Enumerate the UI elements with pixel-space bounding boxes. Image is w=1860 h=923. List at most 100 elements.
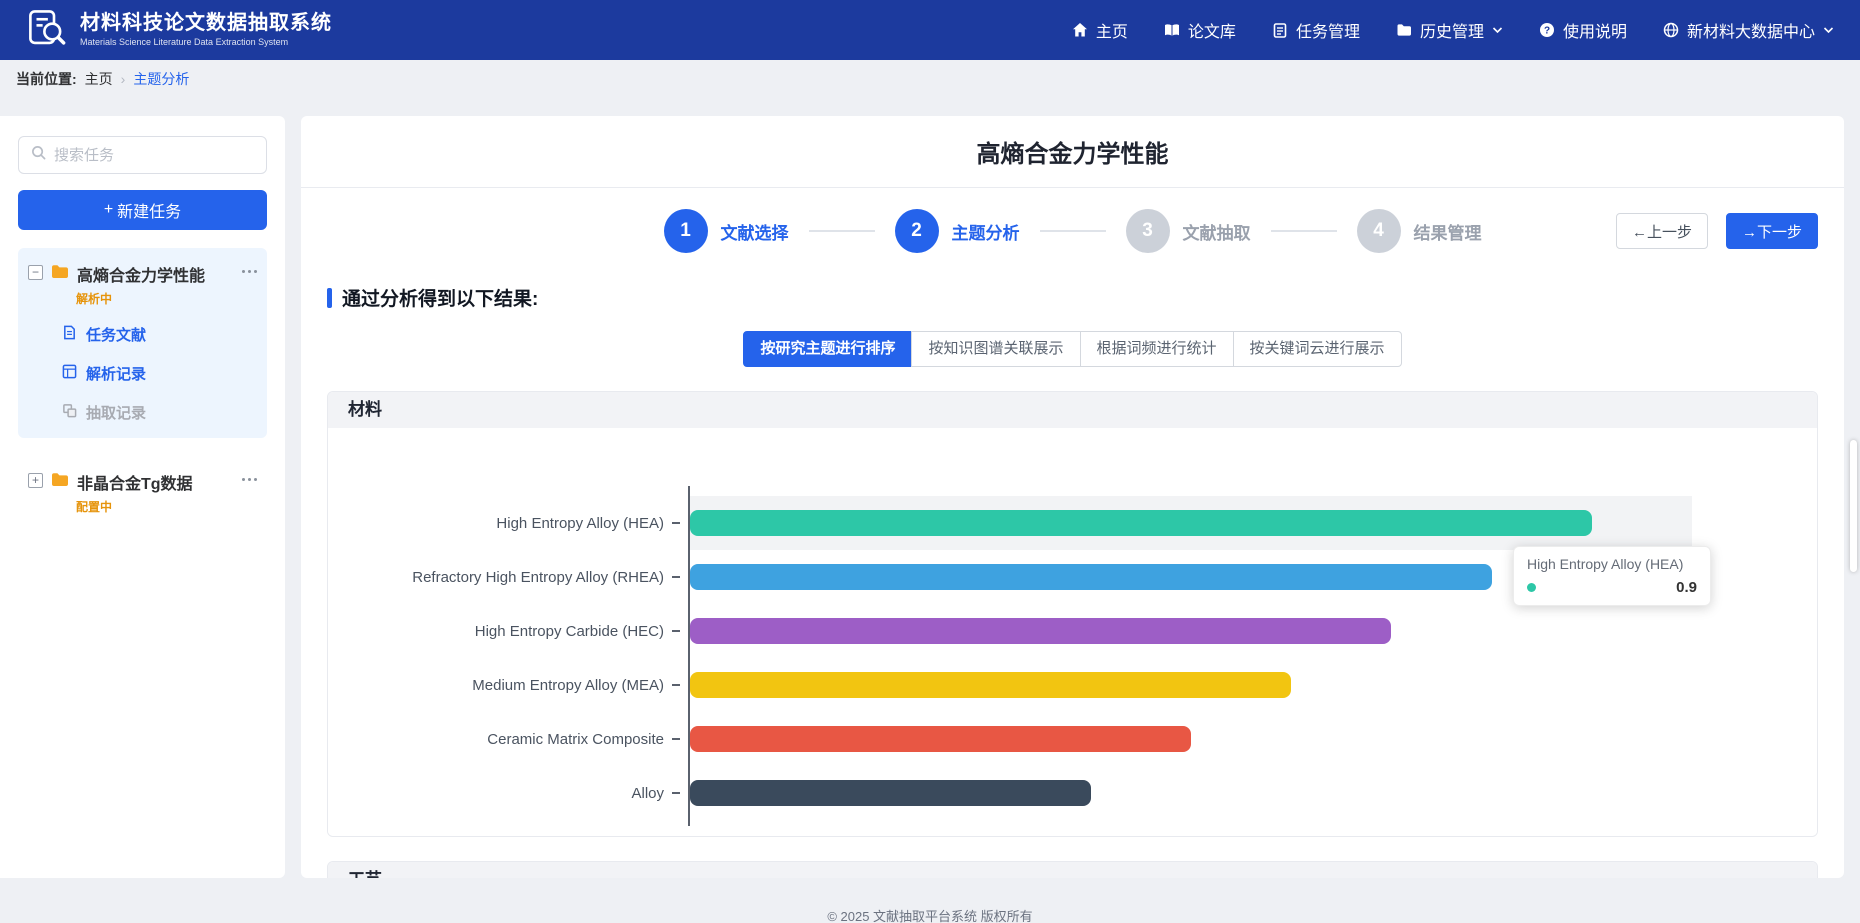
nav-item-history[interactable]: 历史管理: [1396, 18, 1503, 42]
process-result-card: 工艺: [327, 861, 1818, 878]
task-menu-icon[interactable]: [242, 478, 257, 481]
accent-bar: [327, 288, 332, 308]
step-literature-selection[interactable]: 1 文献选择: [664, 209, 789, 253]
chart-row[interactable]: High Entropy Alloy (HEA): [328, 496, 1817, 550]
material-result-card: 材料 High Entropy Alloy (HEA)Refractory Hi…: [327, 391, 1818, 837]
nav-item-library[interactable]: 论文库: [1164, 18, 1236, 42]
sidebar-item-label: 任务文献: [86, 324, 146, 345]
svg-text:?: ?: [1544, 26, 1550, 37]
bar-area: [690, 766, 1692, 820]
task-group-collapsed: + 非晶合金Tg数据 配置中: [18, 456, 267, 529]
card-title-process: 工艺: [328, 862, 1817, 878]
chart-category-label: High Entropy Carbide (HEC): [328, 623, 672, 640]
tab-keyword-cloud[interactable]: 按关键词云进行展示: [1233, 331, 1402, 367]
tab-knowledge-graph[interactable]: 按知识图谱关联展示: [911, 331, 1080, 367]
card-title-material: 材料: [328, 392, 1817, 428]
nav-item-help[interactable]: ? 使用说明: [1539, 18, 1627, 42]
breadcrumb-current[interactable]: 主题分析: [133, 69, 189, 89]
tab-word-frequency[interactable]: 根据词频进行统计: [1080, 331, 1234, 367]
expand-expander-icon[interactable]: +: [28, 473, 43, 488]
globe-icon: [1663, 22, 1679, 38]
breadcrumb: 当前位置: 主页 › 主题分析: [0, 60, 1860, 98]
chart-category-label: Ceramic Matrix Composite: [328, 731, 672, 748]
nav-item-tasks[interactable]: 任务管理: [1272, 18, 1360, 42]
bar[interactable]: [690, 510, 1592, 536]
prev-step-button[interactable]: ←上一步: [1616, 213, 1708, 249]
axis-tick: [672, 630, 680, 632]
step-label: 结果管理: [1414, 219, 1482, 244]
bar-area: [690, 496, 1692, 550]
document-icon: [62, 325, 77, 344]
bar[interactable]: [690, 726, 1191, 752]
next-step-button[interactable]: →下一步: [1726, 213, 1818, 249]
section-title: 通过分析得到以下结果:: [342, 284, 538, 311]
step-number: 1: [664, 209, 708, 253]
tooltip-series-label: High Entropy Alloy (HEA): [1527, 556, 1697, 572]
bar-area: [690, 712, 1692, 766]
step-connector: [809, 230, 875, 232]
bar[interactable]: [690, 672, 1291, 698]
view-tabs: 按研究主题进行排序 按知识图谱关联展示 根据词频进行统计 按关键词云进行展示: [301, 331, 1844, 367]
folder-icon: [51, 264, 69, 284]
extract-icon: [62, 403, 77, 422]
clipboard-icon: [1272, 22, 1288, 38]
app-title: 材料科技论文数据抽取系统: [80, 12, 332, 35]
axis-tick: [672, 738, 680, 740]
task-status-badge: 配置中: [76, 498, 234, 515]
new-task-button[interactable]: + 新建任务: [18, 190, 267, 230]
axis-tick: [672, 792, 680, 794]
collapse-expander-icon[interactable]: −: [28, 265, 43, 280]
breadcrumb-prefix: 当前位置:: [16, 69, 77, 89]
nav-item-label: 新材料大数据中心: [1687, 18, 1815, 42]
chart-tooltip: High Entropy Alloy (HEA) 0.9: [1513, 546, 1711, 606]
nav-item-label: 历史管理: [1420, 18, 1484, 42]
chart-row[interactable]: High Entropy Carbide (HEC): [328, 604, 1817, 658]
sidebar-item-parse-records[interactable]: 解析记录: [22, 354, 263, 393]
breadcrumb-separator: ›: [121, 71, 126, 87]
chart-row[interactable]: Alloy: [328, 766, 1817, 820]
step-label: 文献选择: [721, 219, 789, 244]
step-topic-analysis[interactable]: 2 主题分析: [895, 209, 1020, 253]
page-scrollbar-thumb[interactable]: [1850, 440, 1857, 572]
plus-icon: +: [104, 201, 113, 219]
step-number: 2: [895, 209, 939, 253]
material-bar-chart: High Entropy Alloy (HEA)Refractory High …: [328, 428, 1817, 836]
page-title: 高熵合金力学性能: [301, 126, 1844, 169]
sidebar-item-extract-records[interactable]: 抽取记录: [22, 393, 263, 432]
breadcrumb-home[interactable]: 主页: [85, 69, 113, 89]
sidebar-item-task-docs[interactable]: 任务文献: [22, 315, 263, 354]
step-label: 文献抽取: [1183, 219, 1251, 244]
task-menu-icon[interactable]: [242, 270, 257, 273]
bar[interactable]: [690, 780, 1091, 806]
axis-tick: [672, 684, 680, 686]
chart-row[interactable]: Medium Entropy Alloy (MEA): [328, 658, 1817, 712]
table-chart-icon: [62, 364, 77, 383]
axis-tick: [672, 522, 680, 524]
nav-item-datacenter[interactable]: 新材料大数据中心: [1663, 18, 1834, 42]
step-literature-extraction[interactable]: 3 文献抽取: [1126, 209, 1251, 253]
task-group-expanded: − 高熵合金力学性能 解析中 任务文献: [18, 248, 267, 438]
tab-sort-by-topic[interactable]: 按研究主题进行排序: [743, 331, 912, 367]
task-name: 非晶合金Tg数据: [77, 470, 193, 494]
task-group-row[interactable]: + 非晶合金Tg数据 配置中: [22, 462, 263, 523]
nav-menu: 主页 论文库 任务管理 历史管理 ? 使用说: [1072, 18, 1834, 42]
tooltip-dot: [1527, 583, 1536, 592]
nav-item-home[interactable]: 主页: [1072, 18, 1128, 42]
step-result-management[interactable]: 4 结果管理: [1357, 209, 1482, 253]
bar[interactable]: [690, 564, 1492, 590]
sidebar-item-label: 抽取记录: [86, 402, 146, 423]
book-icon: [1164, 22, 1180, 38]
step-number: 3: [1126, 209, 1170, 253]
step-label: 主题分析: [952, 219, 1020, 244]
stepper: 1 文献选择 2 主题分析 3 文献抽取 4 结果管理 ←上一步 →下一步: [301, 188, 1844, 274]
task-search-input[interactable]: [54, 147, 254, 164]
task-search-box[interactable]: [18, 136, 267, 174]
bar[interactable]: [690, 618, 1391, 644]
bar-area: [690, 658, 1692, 712]
main-panel: 高熵合金力学性能 1 文献选择 2 主题分析 3 文献抽取 4 结果管理: [301, 116, 1844, 878]
chevron-down-icon: [1492, 26, 1503, 34]
home-icon: [1072, 22, 1088, 38]
chart-row[interactable]: Ceramic Matrix Composite: [328, 712, 1817, 766]
task-status-badge: 解析中: [76, 290, 234, 307]
task-group-row[interactable]: − 高熵合金力学性能 解析中: [22, 254, 263, 315]
